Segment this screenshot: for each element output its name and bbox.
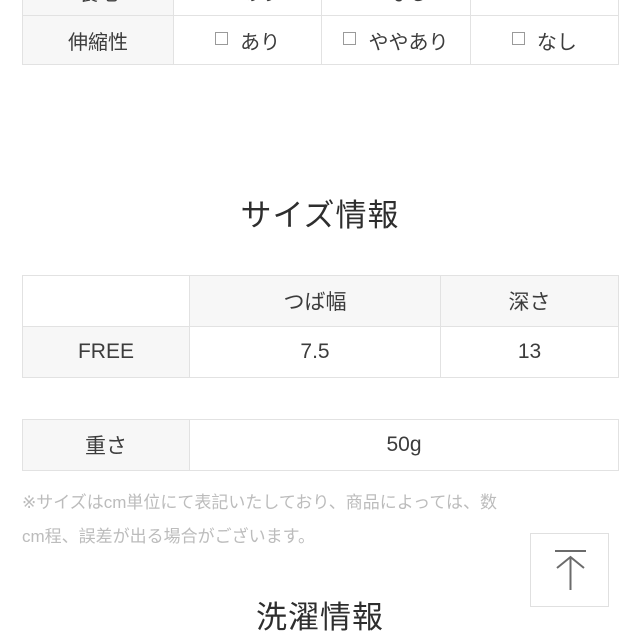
table-row: 裏地 あり なし xyxy=(22,0,620,16)
size-info-heading: サイズ情報 xyxy=(240,198,400,233)
spec-option-cell[interactable]: あり xyxy=(172,0,323,16)
size-note: ※サイズはcm単位にて表記いたしており、商品によっては、数 cm程、誤差が出る場… xyxy=(22,486,602,554)
spec-option-cell[interactable]: なし xyxy=(321,0,471,16)
size-note-line-1: ※サイズはcm単位にて表記いたしており、商品によっては、数 xyxy=(22,493,497,512)
spec-option-label: あり xyxy=(240,31,281,54)
size-table: つば幅 深さ FREE 7.5 13 xyxy=(22,275,619,378)
table-row: FREE 7.5 13 xyxy=(22,326,619,378)
spec-row-label: 伸縮性 xyxy=(22,15,174,65)
size-value-depth: 13 xyxy=(440,326,619,378)
size-note-line-2: cm程、誤差が出る場合がございます。 xyxy=(22,527,315,546)
weight-table: 重さ 50g xyxy=(22,419,619,471)
size-header-brim-width: つば幅 xyxy=(189,275,441,327)
spec-row-label: 裏地 xyxy=(22,0,174,16)
checkbox-empty-icon[interactable] xyxy=(511,31,525,45)
weight-label: 重さ xyxy=(22,419,190,471)
table-row: 重さ 50g xyxy=(22,419,619,471)
size-header-depth: 深さ xyxy=(440,275,619,327)
size-value-brim-width: 7.5 xyxy=(189,326,441,378)
checkbox-empty-icon[interactable] xyxy=(215,31,229,45)
size-row-label: FREE xyxy=(22,326,190,378)
spec-option-cell xyxy=(469,0,620,16)
table-header-row: つば幅 深さ xyxy=(22,275,619,327)
spec-option-label: なし xyxy=(388,0,428,5)
spec-option-label: あり xyxy=(240,0,280,5)
checkbox-empty-icon[interactable] xyxy=(343,31,357,45)
weight-value: 50g xyxy=(189,419,619,471)
spec-option-cell[interactable]: ややあり xyxy=(321,15,471,65)
spec-option-cell[interactable]: なし xyxy=(469,15,620,65)
table-row: 伸縮性 あり ややあり なし xyxy=(22,15,620,65)
spec-table: 裏地 あり なし 伸縮性 あり ややあり なし xyxy=(22,0,620,65)
spec-option-label: ややあり xyxy=(368,31,449,54)
wash-info-heading: 洗濯情報 xyxy=(256,600,384,635)
spec-option-cell[interactable]: あり xyxy=(172,15,323,65)
size-header-blank xyxy=(22,275,190,327)
spec-option-label: なし xyxy=(536,31,577,54)
